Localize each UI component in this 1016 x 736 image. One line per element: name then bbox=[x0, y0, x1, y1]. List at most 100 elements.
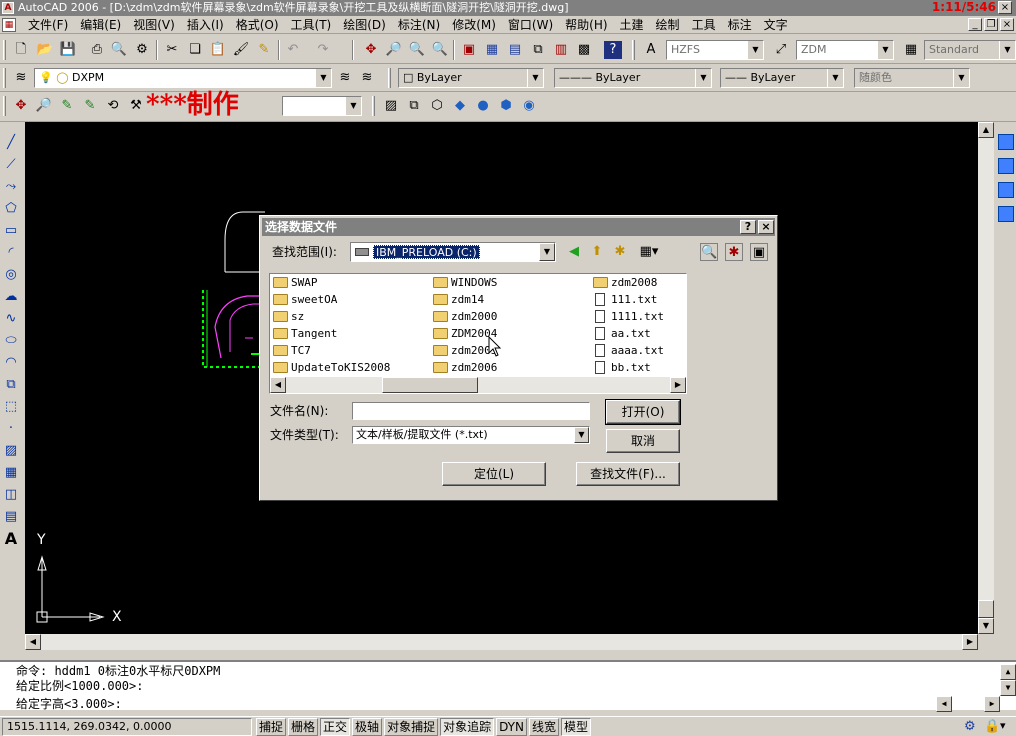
tool-palettes-icon[interactable]: ▤ bbox=[506, 41, 524, 59]
tool-6-icon[interactable]: ⚒ bbox=[127, 97, 145, 115]
zoom-previous-icon[interactable]: 🔍 bbox=[431, 41, 449, 59]
doc-close-button[interactable]: × bbox=[1000, 18, 1014, 31]
window-close-button[interactable]: × bbox=[998, 1, 1012, 14]
menu-item[interactable]: 视图(V) bbox=[127, 17, 181, 33]
vertical-scrollbar[interactable]: ▲ ▼ bbox=[978, 122, 994, 634]
hatch-icon[interactable]: ▨ bbox=[382, 97, 400, 115]
folder-item[interactable]: zdm14 bbox=[431, 291, 484, 308]
block-editor-icon[interactable]: ✎ bbox=[255, 41, 273, 59]
circle-icon[interactable]: ◎ bbox=[2, 266, 20, 284]
construction-line-icon[interactable]: ⟋ bbox=[2, 156, 20, 174]
text-style-select[interactable]: HZFS ▼ bbox=[666, 40, 764, 60]
back-icon[interactable]: ◀ bbox=[565, 243, 583, 261]
menu-item[interactable]: 绘制 bbox=[650, 17, 686, 33]
communication-icon[interactable]: ⚙ bbox=[964, 719, 976, 734]
chevron-down-icon[interactable]: ▼ bbox=[574, 427, 589, 443]
scroll-left-button[interactable]: ◀ bbox=[936, 696, 952, 712]
toolbar-grip[interactable] bbox=[632, 40, 635, 60]
box-icon[interactable]: ⬡ bbox=[428, 97, 446, 115]
status-toggle[interactable]: 极轴 bbox=[352, 718, 383, 736]
ellipse-icon[interactable]: ⬭ bbox=[2, 332, 20, 350]
new-folder-icon[interactable]: ✱ bbox=[611, 243, 629, 261]
menu-item[interactable]: 窗口(W) bbox=[502, 17, 559, 33]
color-select[interactable]: □ ByLayer ▼ bbox=[398, 68, 544, 88]
insert-block-icon[interactable]: ⧉ bbox=[2, 376, 20, 394]
print-icon[interactable]: ⎙ bbox=[88, 41, 106, 59]
scroll-right-button[interactable]: ▶ bbox=[670, 377, 686, 393]
open-button[interactable]: 打开(O) bbox=[605, 399, 681, 425]
hatch-tool-icon[interactable]: ▨ bbox=[2, 442, 20, 460]
toolbar-grip[interactable] bbox=[3, 96, 6, 116]
print-preview-icon[interactable]: 🔍 bbox=[110, 41, 128, 59]
polygon-icon[interactable]: ⬠ bbox=[2, 200, 20, 218]
toolbar-grip[interactable] bbox=[388, 68, 391, 88]
menu-item[interactable]: 土建 bbox=[614, 17, 650, 33]
tool-4-icon[interactable]: ✎ bbox=[81, 97, 99, 115]
scroll-down-button[interactable]: ▼ bbox=[1000, 680, 1016, 696]
status-toggle[interactable]: 线宽 bbox=[528, 718, 559, 736]
horizontal-scrollbar[interactable]: ◀ ▶ bbox=[25, 634, 978, 650]
status-toggle[interactable]: 对象捕捉 bbox=[384, 718, 439, 736]
doc-restore-button[interactable]: ❐ bbox=[984, 18, 998, 31]
menu-item[interactable]: 修改(M) bbox=[446, 17, 502, 33]
solid-icon[interactable]: ◆ bbox=[451, 97, 469, 115]
ellipse-arc-icon[interactable]: ◠ bbox=[2, 354, 20, 372]
markup-icon[interactable]: ▥ bbox=[552, 41, 570, 59]
make-block-icon[interactable]: ⬚ bbox=[2, 398, 20, 416]
spline-icon[interactable]: ∿ bbox=[2, 310, 20, 328]
copy-icon[interactable]: ❏ bbox=[186, 41, 204, 59]
folder-item[interactable]: zdm2008 bbox=[591, 274, 657, 291]
sheet-set-icon[interactable]: ⧉ bbox=[529, 41, 547, 59]
scroll-left-button[interactable]: ◀ bbox=[270, 377, 286, 393]
favorites-icon[interactable]: ✱ bbox=[725, 243, 743, 261]
new-file-icon[interactable]: 🗋 bbox=[12, 41, 30, 59]
menu-item[interactable]: 工具 bbox=[686, 17, 722, 33]
draw-order-icon[interactable] bbox=[998, 134, 1014, 150]
status-toggle[interactable]: 模型 bbox=[561, 718, 592, 736]
design-center-icon[interactable]: ▦ bbox=[483, 41, 501, 59]
filetype-select[interactable]: 文本/样板/提取文件 (*.txt) ▼ bbox=[352, 426, 590, 444]
point-icon[interactable]: · bbox=[2, 420, 20, 438]
save-icon[interactable]: 💾 bbox=[59, 41, 77, 59]
plot-style-select[interactable]: 随颜色 ▼ bbox=[854, 68, 970, 88]
coordinates-display[interactable]: 1515.1114, 269.0342, 0.0000 bbox=[2, 718, 252, 736]
lineweight-select[interactable]: —— ByLayer ▼ bbox=[720, 68, 844, 88]
folder-item[interactable]: UpdateToKIS2008 bbox=[271, 359, 390, 376]
menu-item[interactable]: 编辑(E) bbox=[74, 17, 127, 33]
linetype-select[interactable]: ——— ByLayer ▼ bbox=[554, 68, 712, 88]
dim-style-select[interactable]: ZDM ▼ bbox=[796, 40, 894, 60]
autocad-app-icon[interactable]: A bbox=[2, 2, 14, 14]
scroll-down-button[interactable]: ▼ bbox=[978, 618, 994, 634]
region-icon[interactable]: ⧉ bbox=[405, 97, 423, 115]
layer-select[interactable]: 💡 ◯ DXPM ▼ bbox=[34, 68, 332, 88]
menu-item[interactable]: 帮助(H) bbox=[559, 17, 613, 33]
scroll-up-button[interactable]: ▲ bbox=[978, 122, 994, 138]
scroll-right-button[interactable]: ▶ bbox=[984, 696, 1000, 712]
zoom-window-icon[interactable]: 🔍 bbox=[408, 41, 426, 59]
menu-item[interactable]: 格式(O) bbox=[230, 17, 285, 33]
cylinder-icon[interactable]: ⬢ bbox=[497, 97, 515, 115]
menu-item[interactable]: 绘图(D) bbox=[337, 17, 392, 33]
chevron-down-icon[interactable]: ▼ bbox=[539, 243, 555, 261]
menu-item[interactable]: 文件(F) bbox=[22, 17, 74, 33]
render-icon[interactable]: ◉ bbox=[520, 97, 538, 115]
folder-item[interactable]: zdm2000 bbox=[431, 308, 497, 325]
multiline-text-icon[interactable]: A bbox=[2, 530, 20, 548]
dialog-close-button[interactable]: × bbox=[758, 220, 774, 234]
folder-item[interactable]: Tangent bbox=[271, 325, 337, 342]
folder-item[interactable]: TC7 bbox=[271, 342, 311, 359]
match-properties-icon[interactable]: 🖌 bbox=[232, 41, 250, 59]
zoom-realtime-icon[interactable]: 🔎 bbox=[385, 41, 403, 59]
gradient-icon[interactable]: ▦ bbox=[2, 464, 20, 482]
line-icon[interactable]: ╱ bbox=[2, 134, 20, 152]
properties-icon[interactable]: ▣ bbox=[460, 41, 478, 59]
doc-minimize-button[interactable]: _ bbox=[968, 18, 982, 31]
tool-3-icon[interactable]: ✎ bbox=[58, 97, 76, 115]
file-item[interactable]: 111.txt bbox=[591, 291, 657, 308]
scroll-thumb[interactable] bbox=[978, 600, 994, 618]
layer-previous-icon[interactable]: ≋ bbox=[358, 69, 376, 87]
toolbar-grip[interactable] bbox=[3, 40, 6, 60]
paste-icon[interactable]: 📋 bbox=[209, 41, 227, 59]
folder-item[interactable]: zdm2006 bbox=[431, 359, 497, 376]
status-toggle[interactable]: 对象追踪 bbox=[440, 718, 495, 736]
